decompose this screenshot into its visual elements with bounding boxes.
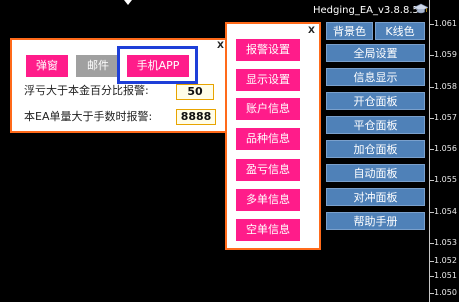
ea-title: Hedging_EA_v3.8.8.5: [313, 5, 419, 16]
loss-percent-label: 浮亏大于本金百分比报警:: [24, 84, 149, 97]
menu-pnl-info-button[interactable]: 盈亏信息: [236, 159, 300, 181]
close-panel-button[interactable]: 平仓面板: [326, 116, 425, 134]
auto-panel-button[interactable]: 自动面板: [326, 164, 425, 182]
alert-settings-panel: X 弹窗 邮件 手机APP 浮亏大于本金百分比报警: 50 本EA单量大于手数时…: [10, 38, 229, 133]
price-label: 1.056: [434, 144, 457, 153]
global-settings-button[interactable]: 全局设置: [326, 44, 425, 62]
graduation-cap-icon: [414, 3, 428, 14]
settings-menu-panel: X 报警设置 显示设置 账户信息 品种信息 盈亏信息 多单信息 空单信息: [225, 22, 321, 250]
marker-icon: [124, 0, 132, 5]
price-label: 1.055: [434, 175, 457, 184]
price-label: 1.050: [434, 288, 457, 297]
tab-email[interactable]: 邮件: [76, 55, 120, 77]
lot-size-input[interactable]: 8888: [176, 109, 216, 125]
open-panel-button[interactable]: 开仓面板: [326, 92, 425, 110]
candle-color-button[interactable]: K线色: [375, 22, 425, 40]
price-axis: [429, 0, 430, 302]
menu-panel-close-button[interactable]: X: [308, 26, 315, 36]
hedge-panel-button[interactable]: 对冲面板: [326, 188, 425, 206]
price-label: 1.059: [434, 50, 457, 59]
help-manual-button[interactable]: 帮助手册: [326, 212, 425, 230]
lot-size-label: 本EA单量大于手数时报警:: [24, 110, 153, 123]
price-label: 1.054: [434, 207, 457, 216]
menu-display-settings-button[interactable]: 显示设置: [236, 69, 300, 91]
menu-long-orders-button[interactable]: 多单信息: [236, 189, 300, 211]
menu-symbol-info-button[interactable]: 品种信息: [236, 128, 300, 150]
price-label: 1.051: [434, 271, 457, 280]
tab-popup[interactable]: 弹窗: [26, 55, 68, 77]
menu-alert-settings-button[interactable]: 报警设置: [236, 39, 300, 61]
menu-account-info-button[interactable]: 账户信息: [236, 98, 300, 120]
alert-panel-close-button[interactable]: X: [217, 41, 224, 51]
price-label: 1.053: [434, 238, 457, 247]
price-label: 1.061: [434, 19, 457, 28]
info-display-button[interactable]: 信息显示: [326, 68, 425, 86]
add-position-panel-button[interactable]: 加仓面板: [326, 140, 425, 158]
loss-percent-input[interactable]: 50: [176, 84, 214, 100]
price-label: 1.058: [434, 82, 457, 91]
price-label: 1.057: [434, 113, 457, 122]
tab-mobile-app[interactable]: 手机APP: [127, 55, 189, 77]
price-label: 1.052: [434, 256, 457, 265]
background-color-button[interactable]: 背景色: [326, 22, 373, 40]
menu-short-orders-button[interactable]: 空单信息: [236, 219, 300, 241]
